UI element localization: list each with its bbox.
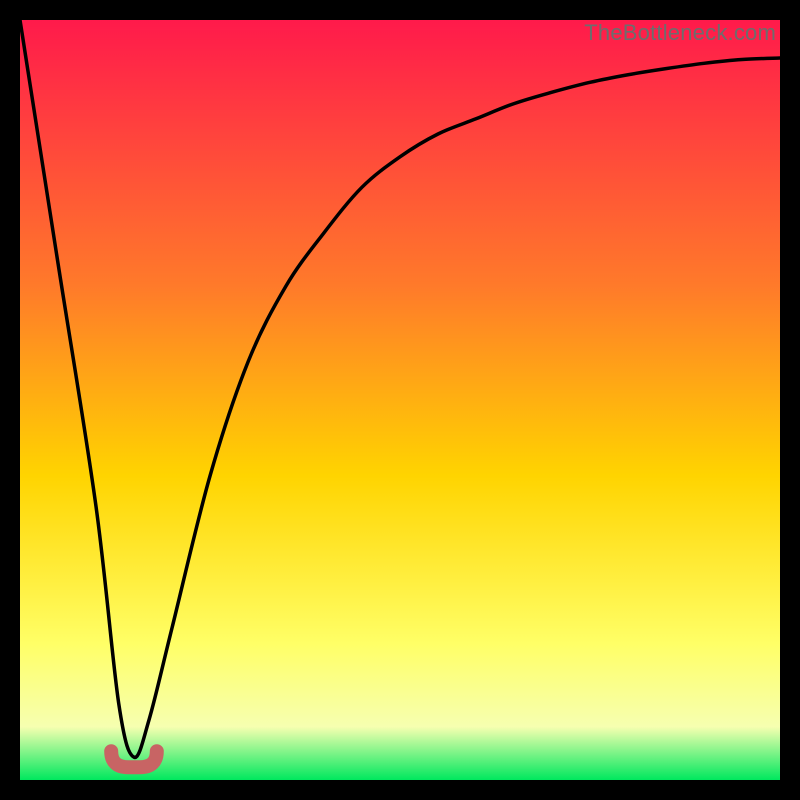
watermark-text: TheBottleneck.com	[584, 20, 776, 46]
gradient-background	[20, 20, 780, 780]
chart-frame: TheBottleneck.com	[20, 20, 780, 780]
bottleneck-chart	[20, 20, 780, 780]
